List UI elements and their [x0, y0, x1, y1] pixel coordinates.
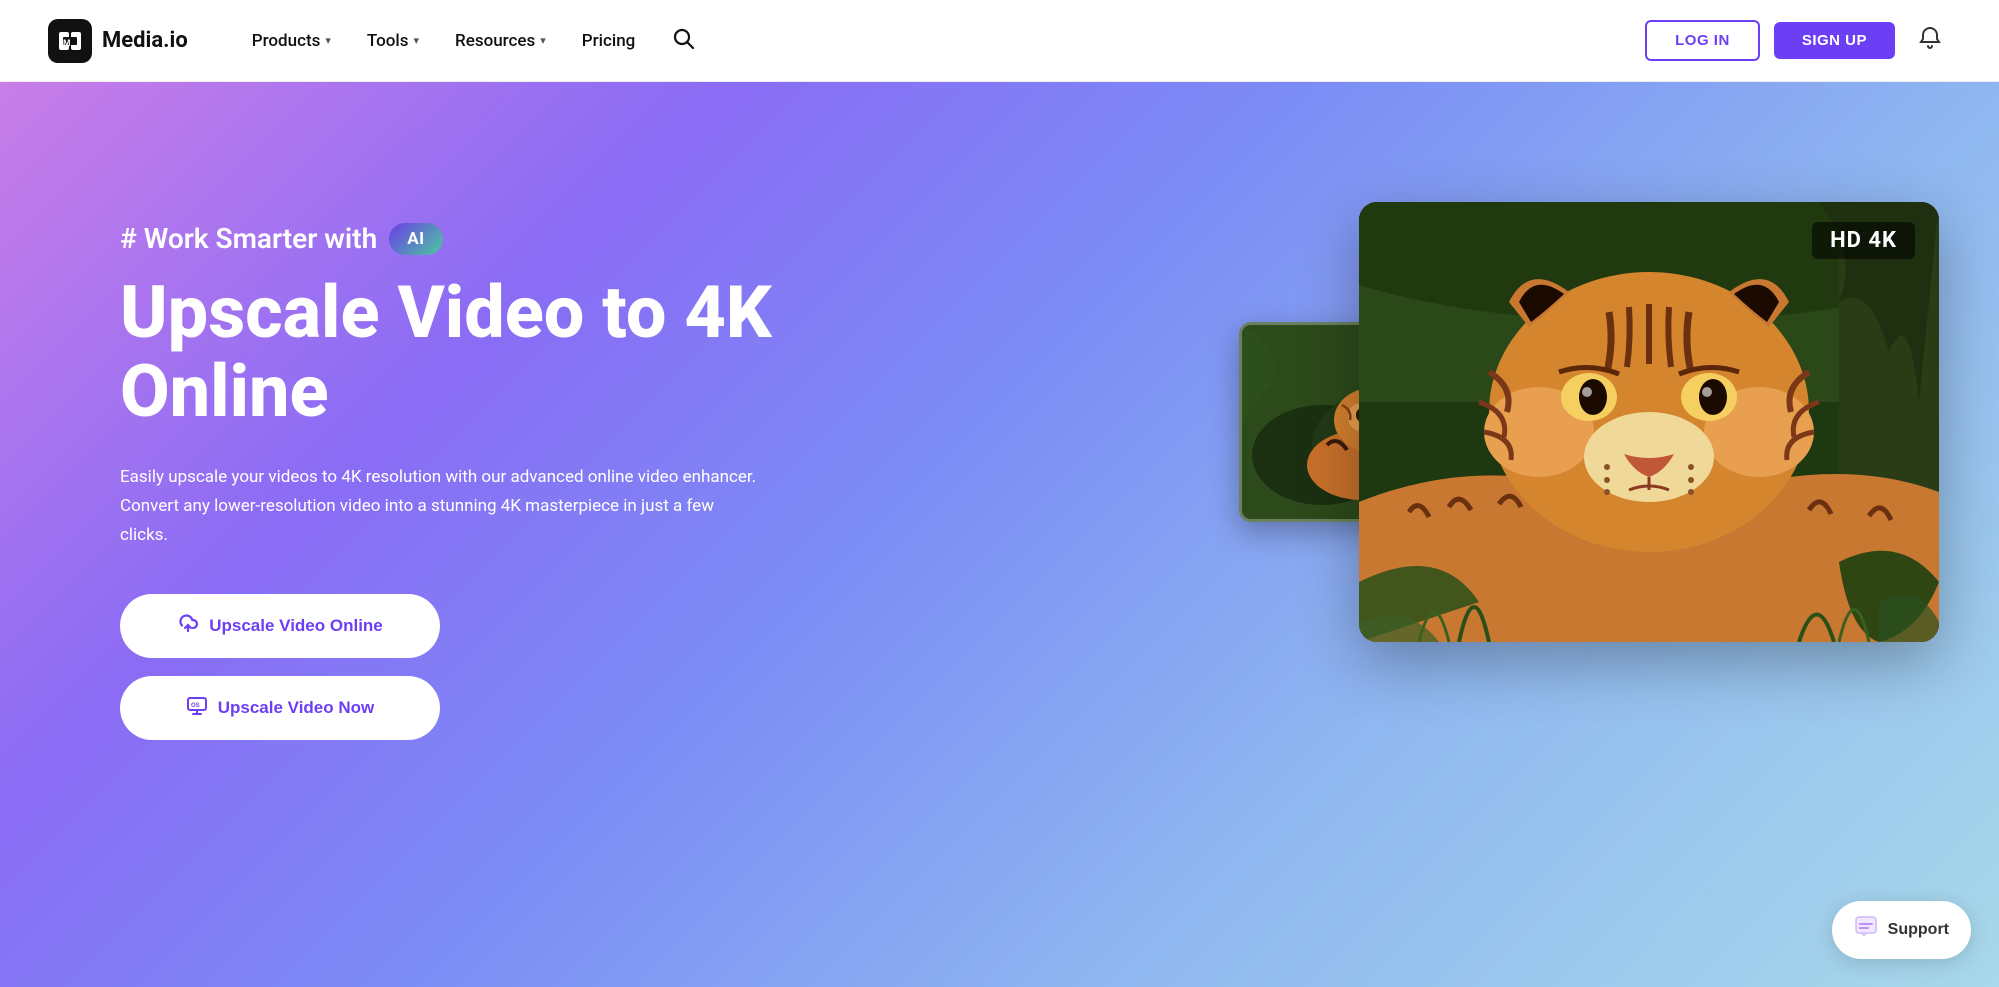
- support-chat-icon: [1854, 915, 1878, 945]
- nav-tools[interactable]: Tools ▾: [351, 23, 435, 59]
- hero-title: Upscale Video to 4K Online: [120, 273, 772, 431]
- products-chevron-icon: ▾: [325, 34, 331, 47]
- signup-button[interactable]: SIGN UP: [1774, 22, 1895, 59]
- ai-badge: AI: [389, 223, 442, 255]
- hero-content: # Work Smarter with AI Upscale Video to …: [120, 162, 772, 740]
- hd4k-badge: HD 4K: [1812, 222, 1915, 259]
- resources-chevron-icon: ▾: [540, 34, 546, 47]
- nav-right: LOG IN SIGN UP: [1645, 20, 1951, 61]
- support-button[interactable]: Support: [1832, 901, 1971, 959]
- hero-section: # Work Smarter with AI Upscale Video to …: [0, 82, 1999, 987]
- tools-chevron-icon: ▾: [413, 34, 419, 47]
- notification-bell-icon[interactable]: [1909, 21, 1951, 61]
- upload-cloud-icon: [177, 612, 199, 640]
- nav-pricing[interactable]: Pricing: [566, 23, 652, 59]
- logo[interactable]: M Media.io: [48, 19, 188, 63]
- nav-products[interactable]: Products ▾: [236, 23, 347, 59]
- svg-text:M: M: [63, 38, 70, 48]
- nav-links: Products ▾ Tools ▾ Resources ▾ Pricing: [236, 18, 1645, 64]
- hero-subtitle-wrap: # Work Smarter with AI: [120, 222, 772, 255]
- svg-text:OS: OS: [191, 703, 200, 709]
- login-button[interactable]: LOG IN: [1645, 20, 1760, 61]
- desktop-icon: OS: [186, 694, 208, 722]
- tiger-card-large: HD 4K: [1359, 202, 1939, 642]
- upscale-video-online-button[interactable]: Upscale Video Online: [120, 594, 440, 658]
- hero-subtitle-text: # Work Smarter with: [120, 222, 377, 255]
- search-icon[interactable]: [655, 18, 711, 64]
- logo-text: Media.io: [102, 28, 188, 53]
- hero-description: Easily upscale your videos to 4K resolut…: [120, 463, 760, 550]
- navbar: M Media.io Products ▾ Tools ▾ Resources …: [0, 0, 1999, 82]
- hero-buttons: Upscale Video Online OS Upscale Video No…: [120, 594, 772, 740]
- tiger-image-large: [1359, 202, 1939, 642]
- logo-icon: M: [48, 19, 92, 63]
- nav-resources[interactable]: Resources ▾: [439, 23, 562, 59]
- tiger-svg-large: [1359, 202, 1939, 642]
- upscale-video-now-button[interactable]: OS Upscale Video Now: [120, 676, 440, 740]
- hero-image-area: HD 4K: [1239, 162, 1939, 882]
